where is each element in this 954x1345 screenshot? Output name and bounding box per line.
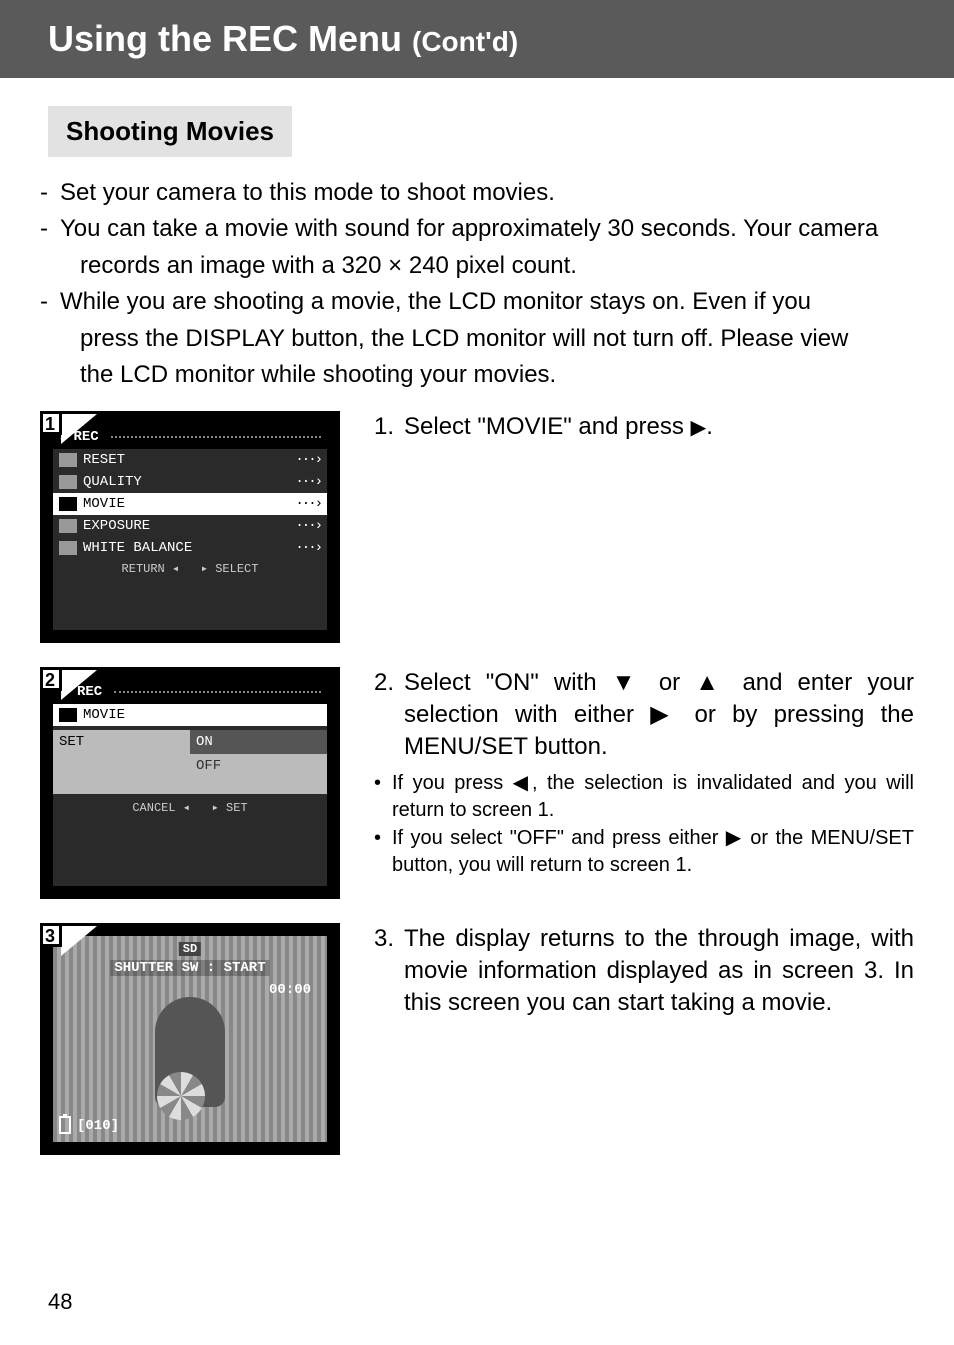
arrow-right-icon: ···› bbox=[295, 474, 321, 490]
reset-icon bbox=[59, 453, 77, 467]
movie-icon bbox=[59, 708, 77, 722]
screen1-foot-left: RETURN bbox=[122, 562, 165, 576]
screenshot-1: 1 ▴REC RESET···› QUALITY···› MOVIE···› E… bbox=[40, 411, 340, 643]
quality-icon bbox=[59, 475, 77, 489]
screen2-foot-left: CANCEL bbox=[132, 801, 175, 815]
arrow-right-icon: ···› bbox=[295, 496, 321, 512]
page-number: 48 bbox=[48, 1289, 72, 1315]
arrow-right-icon: ···› bbox=[295, 540, 321, 556]
step-1-a: Select "MOVIE" and press bbox=[404, 413, 691, 440]
screen1-foot-right: SELECT bbox=[215, 562, 258, 576]
screen1-item-0: RESET bbox=[83, 452, 125, 468]
screen1-item-2: MOVIE bbox=[83, 496, 125, 512]
intro-line-3c: the LCD monitor while shooting your movi… bbox=[60, 359, 914, 391]
intro-block: -Set your camera to this mode to shoot m… bbox=[40, 177, 914, 391]
step-1-text: 1. Select "MOVIE" and press . bbox=[374, 411, 914, 443]
screenshot-3: 3 SD SHUTTER SW : START 00:00 [010] bbox=[40, 923, 340, 1155]
triangle-right-icon bbox=[691, 413, 707, 440]
intro-line-2b: records an image with a 320 × 240 pixel … bbox=[60, 250, 914, 282]
screen3-sd: SD bbox=[179, 942, 201, 956]
step-2-number: 2. bbox=[374, 667, 404, 762]
screen2-set: SET bbox=[53, 730, 190, 754]
screen1-item-3: EXPOSURE bbox=[83, 518, 150, 534]
step-2-bullet-2: If you select "OFF" and press either ▶ o… bbox=[392, 825, 914, 878]
step-2-text: 2. Select "ON" with ▼ or ▲ and enter you… bbox=[374, 667, 914, 878]
step-3-number: 3. bbox=[374, 923, 404, 1018]
screenshot-2-number: 2 bbox=[40, 667, 62, 691]
step-3-text: 3. The display returns to the through im… bbox=[374, 923, 914, 1018]
step-3-row: 3 SD SHUTTER SW : START 00:00 [010] 3. T… bbox=[40, 923, 914, 1155]
step-3-line: The display returns to the through image… bbox=[404, 923, 914, 1018]
section-title: Shooting Movies bbox=[48, 106, 292, 157]
exposure-icon bbox=[59, 519, 77, 533]
movie-icon bbox=[59, 497, 77, 511]
step-1-row: 1 ▴REC RESET···› QUALITY···› MOVIE···› E… bbox=[40, 411, 914, 643]
screen2-on: ON bbox=[190, 730, 327, 754]
header-main: Using the REC Menu bbox=[48, 18, 412, 59]
screenshot-1-number: 1 bbox=[40, 411, 62, 435]
screen1-item-4: WHITE BALANCE bbox=[83, 540, 192, 556]
intro-line-1: Set your camera to this mode to shoot mo… bbox=[60, 177, 914, 209]
screen3-time: 00:00 bbox=[269, 982, 311, 998]
intro-line-3b: press the DISPLAY button, the LCD monito… bbox=[60, 323, 914, 355]
intro-line-2a: You can take a movie with sound for appr… bbox=[60, 213, 914, 245]
white-balance-icon bbox=[59, 541, 77, 555]
screen3-count: [010] bbox=[77, 1118, 119, 1134]
step-2-row: 2 REC MOVIE SETON OFF CANCEL ◂ ▸ SET 2. … bbox=[40, 667, 914, 899]
screen2-off: OFF bbox=[190, 754, 327, 778]
screen3-shutter: SHUTTER SW : START bbox=[110, 960, 269, 976]
screenshot-3-number: 3 bbox=[40, 923, 62, 947]
intro-line-3a: While you are shooting a movie, the LCD … bbox=[60, 286, 914, 318]
battery-icon bbox=[59, 1116, 71, 1134]
step-2-bullet-1: If you press ◀, the selection is invalid… bbox=[392, 770, 914, 823]
arrow-right-icon: ···› bbox=[295, 518, 321, 534]
step-1-number: 1. bbox=[374, 411, 404, 443]
step-1-b: . bbox=[706, 413, 713, 440]
screen2-movie: MOVIE bbox=[83, 707, 125, 723]
screen1-item-1: QUALITY bbox=[83, 474, 142, 490]
step-2-line: Select "ON" with ▼ or ▲ and enter your s… bbox=[404, 667, 914, 762]
arrow-right-icon: ···› bbox=[295, 452, 321, 468]
page-header: Using the REC Menu (Cont'd) bbox=[0, 0, 954, 78]
header-sub: (Cont'd) bbox=[412, 26, 518, 57]
screen2-foot-right: SET bbox=[226, 801, 248, 815]
screenshot-2: 2 REC MOVIE SETON OFF CANCEL ◂ ▸ SET bbox=[40, 667, 340, 899]
